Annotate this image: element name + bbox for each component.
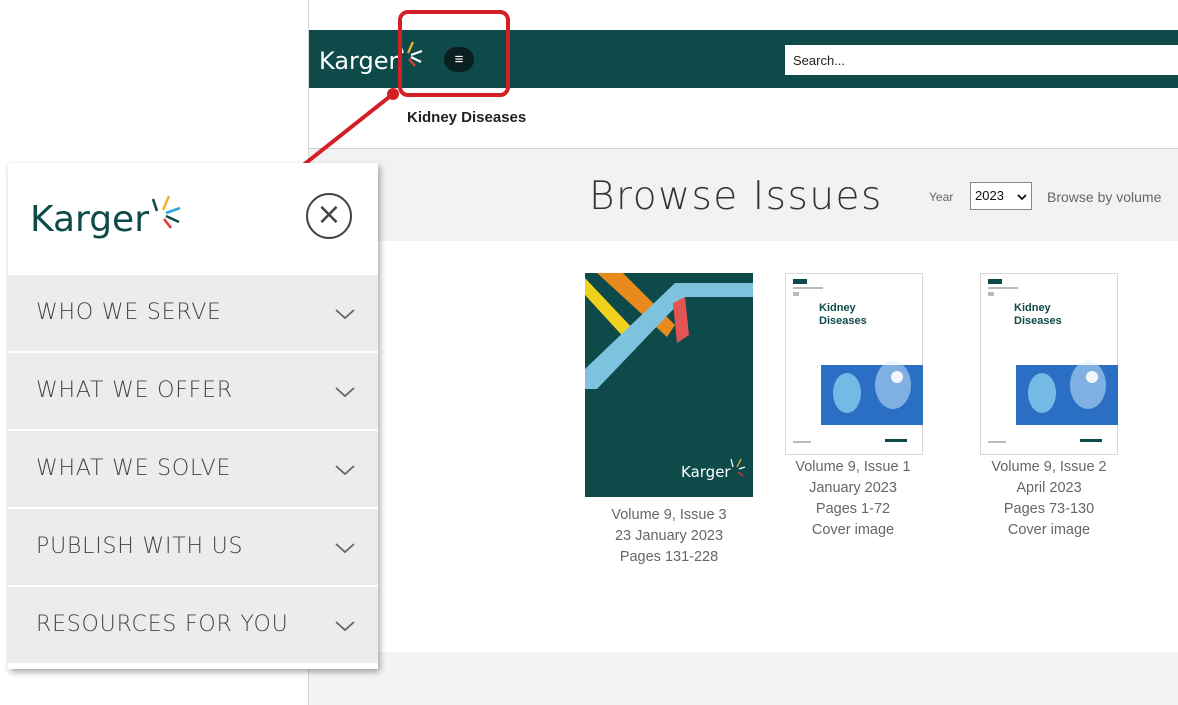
page-title: Browse Issues: [589, 174, 883, 219]
cover-title-line1: Kidney: [1014, 302, 1052, 314]
cover-title-line1: Kidney: [819, 302, 857, 314]
menu-item-who-we-serve[interactable]: WHO WE SERVE: [8, 275, 378, 351]
journal-page: Karger ≡ Kidney Diseases Browse Issues Y…: [308, 0, 1178, 705]
year-select[interactable]: 2023: [970, 182, 1032, 210]
menu-item-label: RESOURCES FOR YOU: [36, 612, 289, 637]
footer-band: [309, 652, 1178, 705]
menu-item-label: WHAT WE SOLVE: [36, 456, 232, 481]
issue-pages: Pages 1-72: [815, 501, 891, 517]
browse-by-volume-link[interactable]: Browse by volume: [1047, 189, 1161, 205]
year-label: Year: [929, 190, 954, 204]
issue-cover-image[interactable]: Kidney Diseases: [785, 273, 923, 455]
chevron-down-icon: [1017, 194, 1027, 201]
side-menu-panel: Karger × WHO WE SERVE WHAT WE OFFER WHAT…: [8, 163, 378, 669]
journal-title[interactable]: Kidney Diseases: [407, 109, 526, 126]
issue-pages: Pages 73-130: [1003, 501, 1095, 517]
issue-date: 23 January 2023: [614, 528, 724, 544]
search-input[interactable]: [785, 45, 1178, 75]
menu-item-what-we-offer[interactable]: WHAT WE OFFER: [8, 353, 378, 429]
close-icon[interactable]: ×: [306, 193, 352, 239]
chevron-down-icon: [335, 387, 355, 398]
chevron-down-icon: [335, 309, 355, 320]
issue-volume[interactable]: Volume 9, Issue 1: [785, 457, 921, 478]
menu-button-highlight: [398, 10, 510, 97]
issue-cover-image[interactable]: Karger: [585, 273, 753, 497]
menu-item-resources-for-you[interactable]: RESOURCES FOR YOU: [8, 587, 378, 663]
browse-header: Browse Issues Year 2023 Browse by volume: [309, 149, 1178, 241]
chevron-down-icon: [335, 465, 355, 476]
side-menu-logo[interactable]: Karger: [30, 199, 149, 240]
menu-item-label: WHO WE SERVE: [36, 300, 222, 325]
cover-title-line2: Diseases: [819, 315, 867, 327]
chevron-down-icon: [335, 621, 355, 632]
issue-pages: Pages 131-228: [619, 549, 719, 565]
chevron-down-icon: [335, 543, 355, 554]
year-select-value: 2023: [975, 188, 1004, 203]
journal-bar: Kidney Diseases: [309, 88, 1178, 149]
issue-cover-image[interactable]: Kidney Diseases: [980, 273, 1118, 455]
issue-volume[interactable]: Volume 9, Issue 3: [577, 505, 761, 526]
issue-date: April 2023: [1016, 480, 1082, 496]
cover-brand-text: Karger: [681, 463, 731, 481]
menu-item-what-we-solve[interactable]: WHAT WE SOLVE: [8, 431, 378, 507]
menu-item-publish-with-us[interactable]: PUBLISH WITH US: [8, 509, 378, 585]
issue-card[interactable]: Kidney Diseases Volume 9, Issue 2 April …: [979, 273, 1119, 541]
cover-title-line2: Diseases: [1014, 315, 1062, 327]
menu-item-label: WHAT WE OFFER: [36, 378, 233, 403]
issue-card[interactable]: Karger Volume 9, Issue 3 23 January 2023…: [577, 273, 761, 568]
side-menu-header: Karger ×: [8, 163, 378, 273]
cover-image-link[interactable]: Cover image: [979, 520, 1119, 541]
issue-volume[interactable]: Volume 9, Issue 2: [979, 457, 1119, 478]
issue-date: January 2023: [809, 480, 897, 496]
header-logo[interactable]: Karger: [319, 47, 398, 75]
karger-logo-mark-icon: [151, 195, 181, 229]
issues-grid: Karger Volume 9, Issue 3 23 January 2023…: [309, 241, 1178, 651]
cover-image-link[interactable]: Cover image: [785, 520, 921, 541]
issue-card[interactable]: Kidney Diseases Volume 9, Issue 1 Januar…: [785, 273, 923, 541]
menu-item-label: PUBLISH WITH US: [36, 534, 244, 559]
